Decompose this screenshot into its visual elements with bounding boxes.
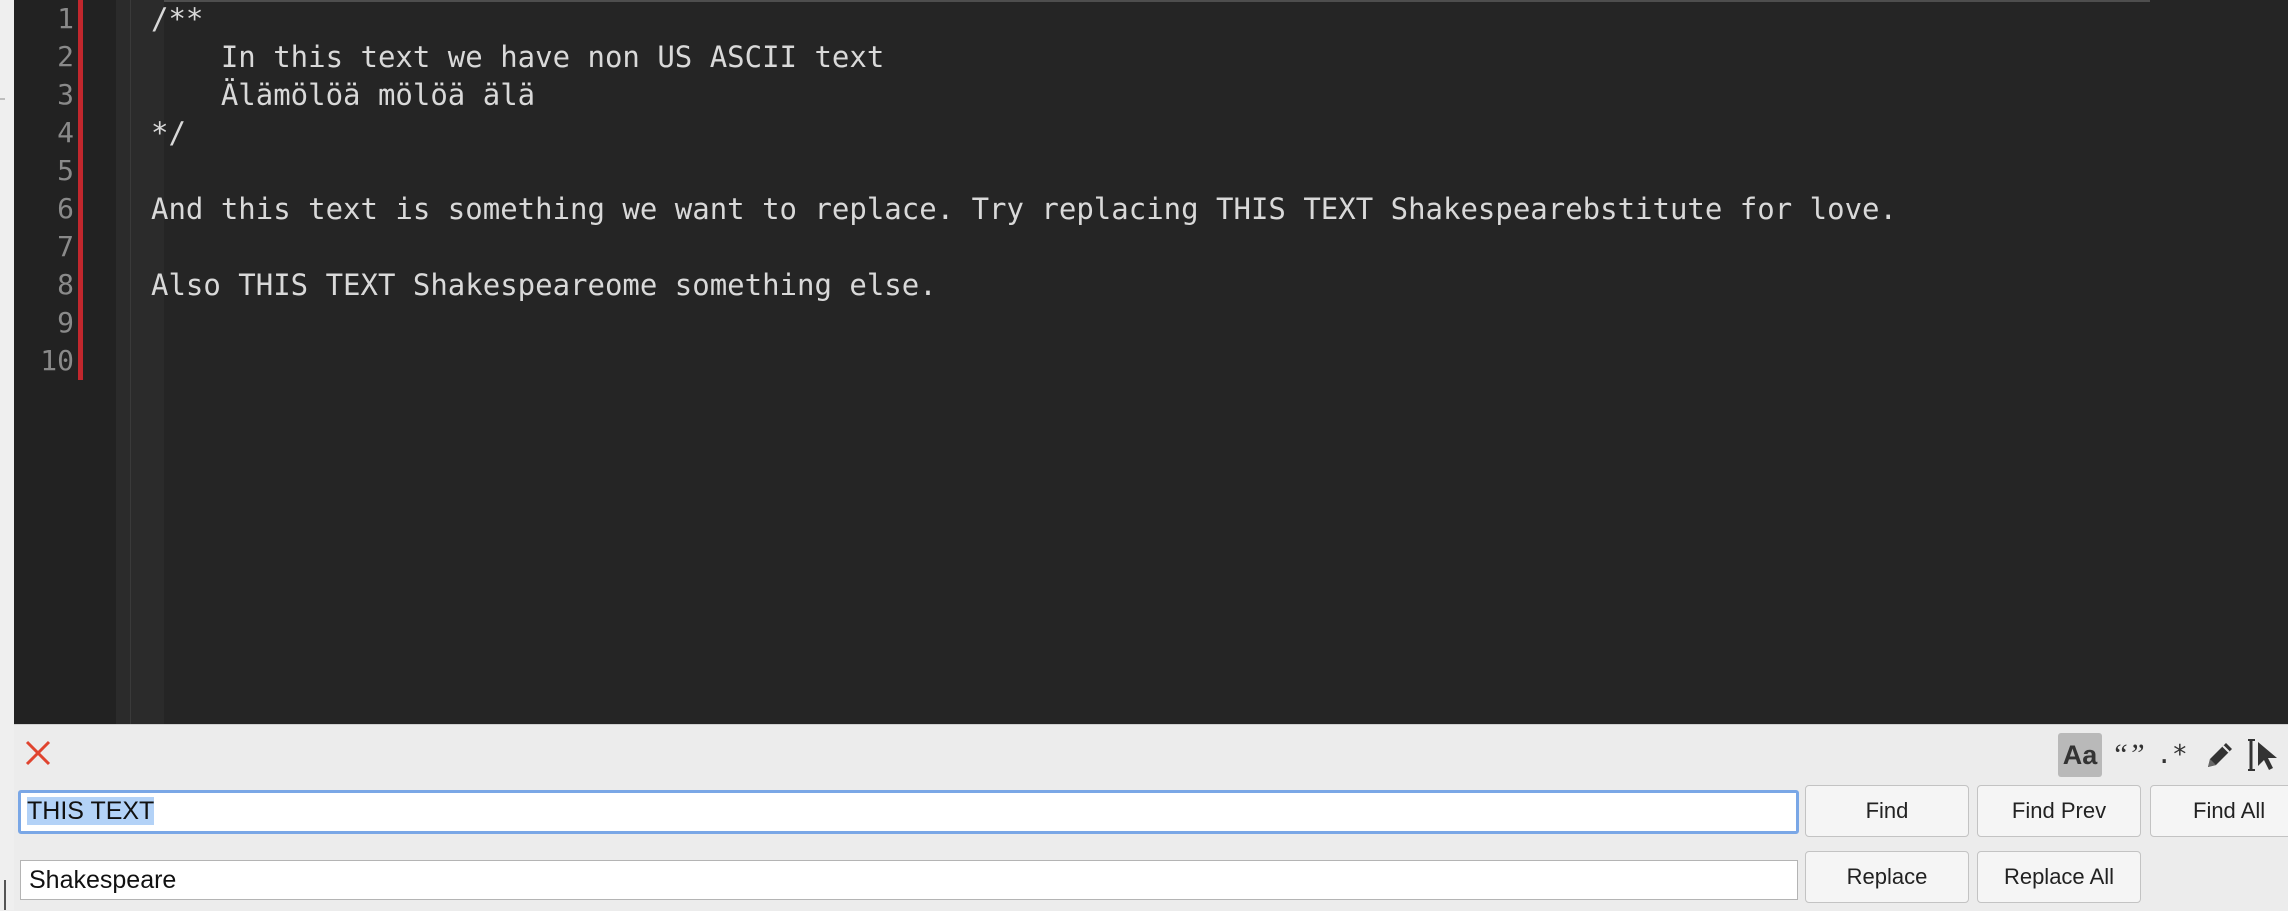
find-replace-bar: Aa “” .* THIS TEXT Shakespeare Find Find… xyxy=(14,724,2288,911)
code-line[interactable]: */ xyxy=(151,114,186,152)
editor-top-border xyxy=(14,0,2150,2)
line-number-gutter: 1 2 3 4 5 6 7 8 9 10 xyxy=(14,0,116,724)
line-number: 7 xyxy=(57,230,74,263)
line-number: 6 xyxy=(57,192,74,225)
replace-button[interactable]: Replace xyxy=(1805,851,1969,903)
line-number: 8 xyxy=(57,268,74,301)
pencil-icon[interactable] xyxy=(2198,733,2242,777)
find-button[interactable]: Find xyxy=(1805,785,1969,837)
line-number: 5 xyxy=(57,154,74,187)
code-line[interactable]: And this text is something we want to re… xyxy=(151,190,1897,228)
line-number: 4 xyxy=(57,116,74,149)
line-number: 2 xyxy=(57,40,74,73)
find-input[interactable]: THIS TEXT xyxy=(18,790,1799,834)
code-line[interactable]: /** xyxy=(151,0,203,38)
replace-input[interactable]: Shakespeare xyxy=(20,860,1798,900)
select-cursor-icon[interactable] xyxy=(2246,733,2286,777)
window-edge xyxy=(0,0,14,910)
line-number: 9 xyxy=(57,306,74,339)
code-editor[interactable]: 1 2 3 4 5 6 7 8 9 10 /** In this text we… xyxy=(14,0,2288,724)
find-input-value: THIS TEXT xyxy=(27,797,155,825)
modified-lines-marker xyxy=(78,0,83,380)
regex-toggle[interactable]: .* xyxy=(2154,733,2190,777)
find-prev-button[interactable]: Find Prev xyxy=(1977,785,2141,837)
whole-word-toggle[interactable]: “” xyxy=(2110,733,2146,777)
replace-all-button[interactable]: Replace All xyxy=(1977,851,2141,903)
code-line[interactable]: In this text we have non US ASCII text xyxy=(151,38,884,76)
line-number: 3 xyxy=(57,78,74,111)
line-number: 1 xyxy=(57,2,74,35)
indent-guide xyxy=(130,0,131,724)
close-icon[interactable] xyxy=(22,737,54,769)
line-number: 10 xyxy=(40,344,74,377)
code-line[interactable]: Älämölöä mölöä älä xyxy=(151,76,535,114)
match-case-toggle[interactable]: Aa xyxy=(2058,733,2102,777)
code-line[interactable]: Also THIS TEXT Shakespeareome something … xyxy=(151,266,937,304)
find-all-button[interactable]: Find All xyxy=(2150,785,2288,837)
replace-input-value: Shakespeare xyxy=(29,866,177,894)
